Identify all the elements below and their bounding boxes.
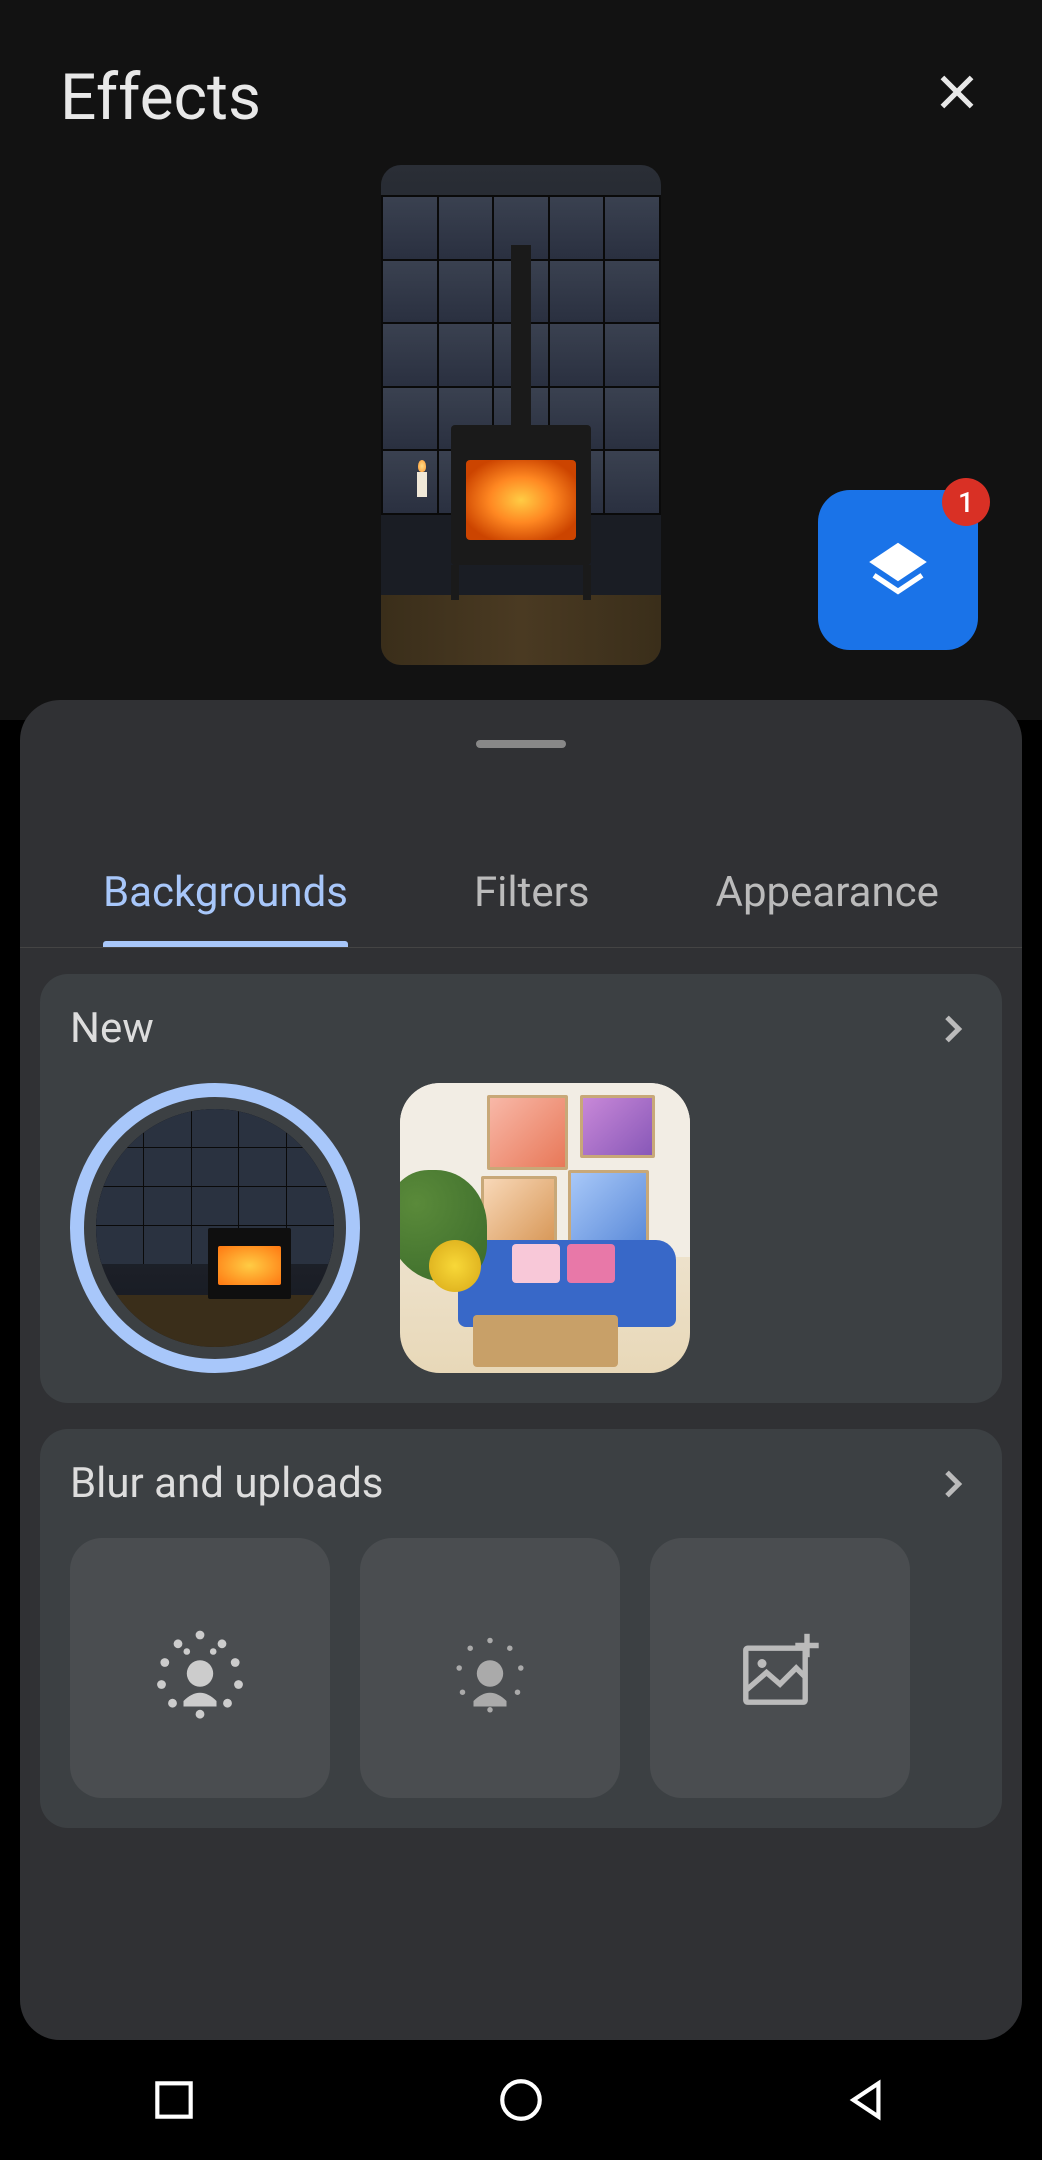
tab-filters[interactable]: Filters (464, 848, 600, 947)
layers-icon (866, 538, 930, 602)
section-new: New (40, 974, 1002, 1403)
chevron-right-icon (932, 1464, 972, 1504)
layers-button[interactable]: 1 (818, 490, 978, 650)
background-option-fireplace[interactable] (70, 1083, 360, 1373)
close-icon (932, 67, 982, 117)
upload-image-icon (735, 1623, 825, 1713)
chevron-right-icon (932, 1009, 972, 1049)
nav-back-button[interactable] (843, 2075, 893, 2125)
section-blur-title: Blur and uploads (70, 1459, 383, 1508)
square-icon (149, 2075, 199, 2125)
effects-panel: Backgrounds Filters Appearance New (20, 700, 1022, 2040)
tab-appearance[interactable]: Appearance (706, 848, 949, 947)
blur-light-icon (435, 1613, 545, 1723)
triangle-back-icon (843, 2075, 893, 2125)
header: Effects (0, 0, 1042, 135)
layers-badge: 1 (942, 478, 990, 526)
section-blur-header[interactable]: Blur and uploads (70, 1459, 972, 1508)
blur-strong-option[interactable] (70, 1538, 330, 1798)
drag-handle[interactable] (476, 740, 566, 748)
nav-home-button[interactable] (496, 2075, 546, 2125)
section-new-title: New (70, 1004, 154, 1053)
tab-backgrounds[interactable]: Backgrounds (93, 848, 358, 947)
section-blur: Blur and uploads (40, 1429, 1002, 1828)
nav-recent-button[interactable] (149, 2075, 199, 2125)
upload-image-option[interactable] (650, 1538, 910, 1798)
video-preview (381, 165, 661, 665)
page-title: Effects (60, 60, 261, 135)
blur-light-option[interactable] (360, 1538, 620, 1798)
circle-icon (496, 2075, 546, 2125)
blur-strong-icon (145, 1613, 255, 1723)
section-new-header[interactable]: New (70, 1004, 972, 1053)
tabs: Backgrounds Filters Appearance (20, 848, 1022, 948)
background-option-livingroom[interactable] (400, 1083, 690, 1373)
system-navbar (0, 2040, 1042, 2160)
close-button[interactable] (932, 67, 982, 129)
